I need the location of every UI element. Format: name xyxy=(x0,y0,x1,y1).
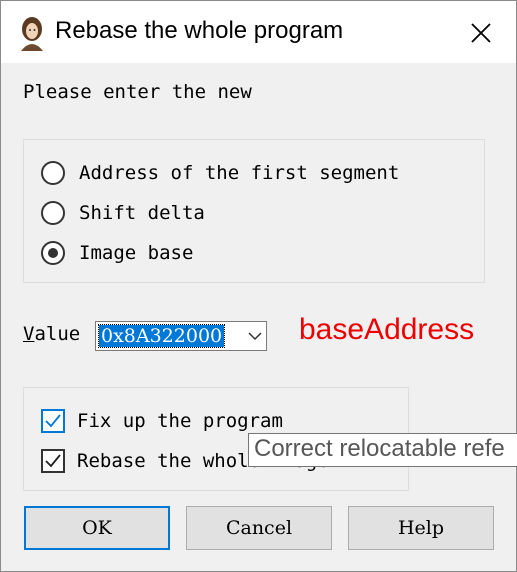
cancel-button[interactable]: Cancel xyxy=(186,506,332,550)
radio-button[interactable] xyxy=(41,201,65,225)
ok-button[interactable]: OK xyxy=(24,506,170,550)
checkbox[interactable] xyxy=(41,449,65,473)
checkmark-icon xyxy=(45,414,61,428)
annotation-label: baseAddress xyxy=(299,313,475,346)
rebase-dialog: Rebase the whole program Please enter th… xyxy=(0,0,517,572)
chevron-down-icon[interactable] xyxy=(247,328,263,344)
checkmark-icon xyxy=(45,454,61,468)
radio-label: Image base xyxy=(79,242,194,264)
radio-shift-delta[interactable]: Shift delta xyxy=(41,199,205,227)
checkbox-label: Fix up the program xyxy=(77,410,283,432)
close-icon[interactable] xyxy=(457,13,505,53)
window-title: Rebase the whole program xyxy=(55,17,344,44)
radio-image-base[interactable]: Image base xyxy=(41,239,193,267)
radio-address-first-segment[interactable]: Address of the first segment xyxy=(41,159,399,187)
help-button[interactable]: Help xyxy=(348,506,494,550)
tooltip: Correct relocatable refe xyxy=(248,433,517,467)
value-combobox[interactable]: 0x8A322000 xyxy=(95,321,267,351)
checkbox-fix-up-program[interactable]: Fix up the program xyxy=(41,407,283,435)
radio-label: Address of the first segment xyxy=(79,162,400,184)
portrait-icon xyxy=(15,15,49,51)
value-input[interactable]: 0x8A322000 xyxy=(97,324,226,348)
checkbox[interactable] xyxy=(41,409,65,433)
value-accel: V xyxy=(23,323,35,345)
value-label-rest: alue xyxy=(34,323,81,345)
radio-label: Shift delta xyxy=(79,202,205,224)
prompt-label: Please enter the new xyxy=(23,81,252,103)
title-bar: Rebase the whole program xyxy=(1,1,516,63)
radio-button-selected[interactable] xyxy=(41,241,65,265)
radio-button[interactable] xyxy=(41,161,65,185)
value-label: Value xyxy=(23,323,80,345)
